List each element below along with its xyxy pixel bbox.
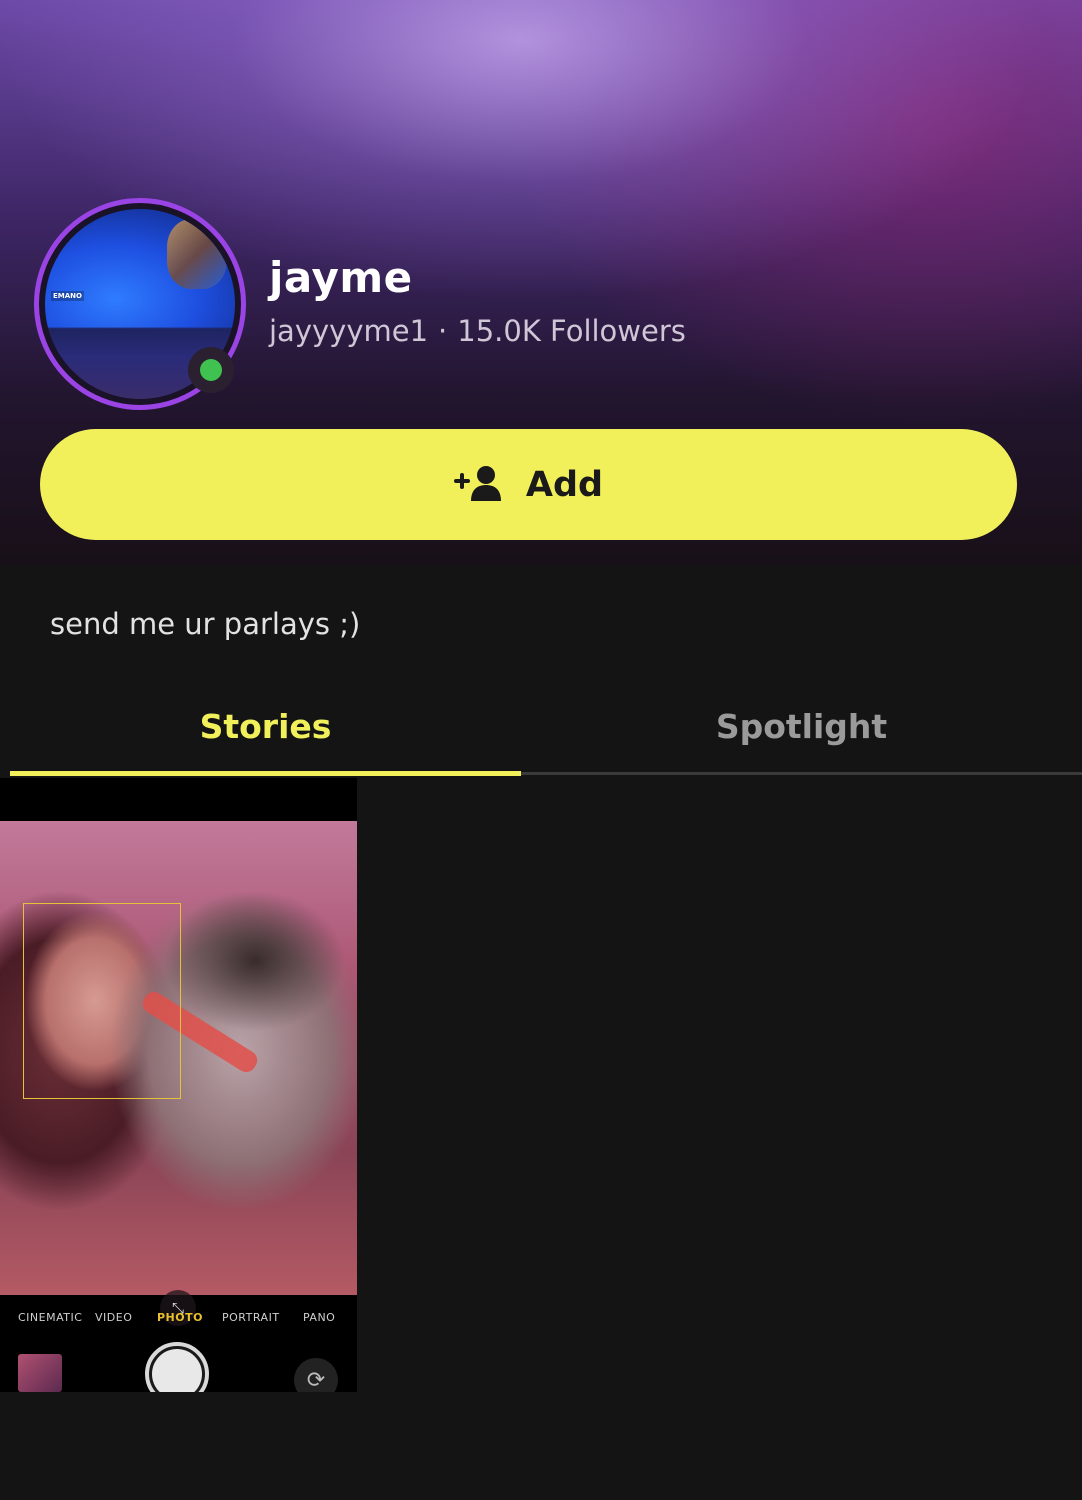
display-name: jayme (269, 253, 413, 302)
shutter-icon (145, 1342, 209, 1392)
story-tile[interactable]: ⤡ CINEMATIC VIDEO PHOTO PORTRAIT PANO ⟳ (0, 778, 357, 1392)
camera-mode-pano: PANO (303, 1311, 336, 1324)
avatar-detail (167, 219, 227, 289)
camera-mode-cinematic: CINEMATIC (18, 1311, 83, 1324)
username: jayyyyme1 (269, 314, 429, 348)
camera-mode-portrait: PORTRAIT (222, 1311, 280, 1324)
camera-mode-photo: PHOTO (157, 1311, 203, 1324)
flip-camera-icon: ⟳ (294, 1358, 338, 1392)
profile-bio: send me ur parlays ;) (50, 607, 361, 641)
camera-mode-row: CINEMATIC VIDEO PHOTO PORTRAIT PANO (0, 1311, 357, 1331)
tab-stories[interactable]: Stories (10, 680, 521, 772)
gallery-thumbnail (18, 1354, 62, 1392)
profile-subline: jayyyyme1 · 15.0K Followers (269, 314, 686, 348)
separator: · (438, 314, 448, 348)
tab-spotlight[interactable]: Spotlight (521, 680, 1082, 772)
profile-header: EMANO jayme jayyyyme1 · 15.0K Followers Ad… (0, 0, 1082, 565)
active-tab-indicator (10, 771, 521, 776)
followers-count[interactable]: 15.0K Followers (457, 314, 686, 348)
add-friend-icon (453, 464, 504, 506)
add-friend-button[interactable]: Add (40, 429, 1017, 540)
profile-tabs: Stories Spotlight (10, 680, 1082, 776)
tab-divider (521, 772, 1082, 775)
online-status-indicator (188, 347, 234, 393)
add-button-label: Add (525, 464, 604, 505)
face-focus-box (23, 903, 181, 1099)
avatar-tag: EMANO (51, 291, 84, 301)
story-photo: ⤡ (0, 821, 357, 1326)
camera-mode-video: VIDEO (95, 1311, 133, 1324)
